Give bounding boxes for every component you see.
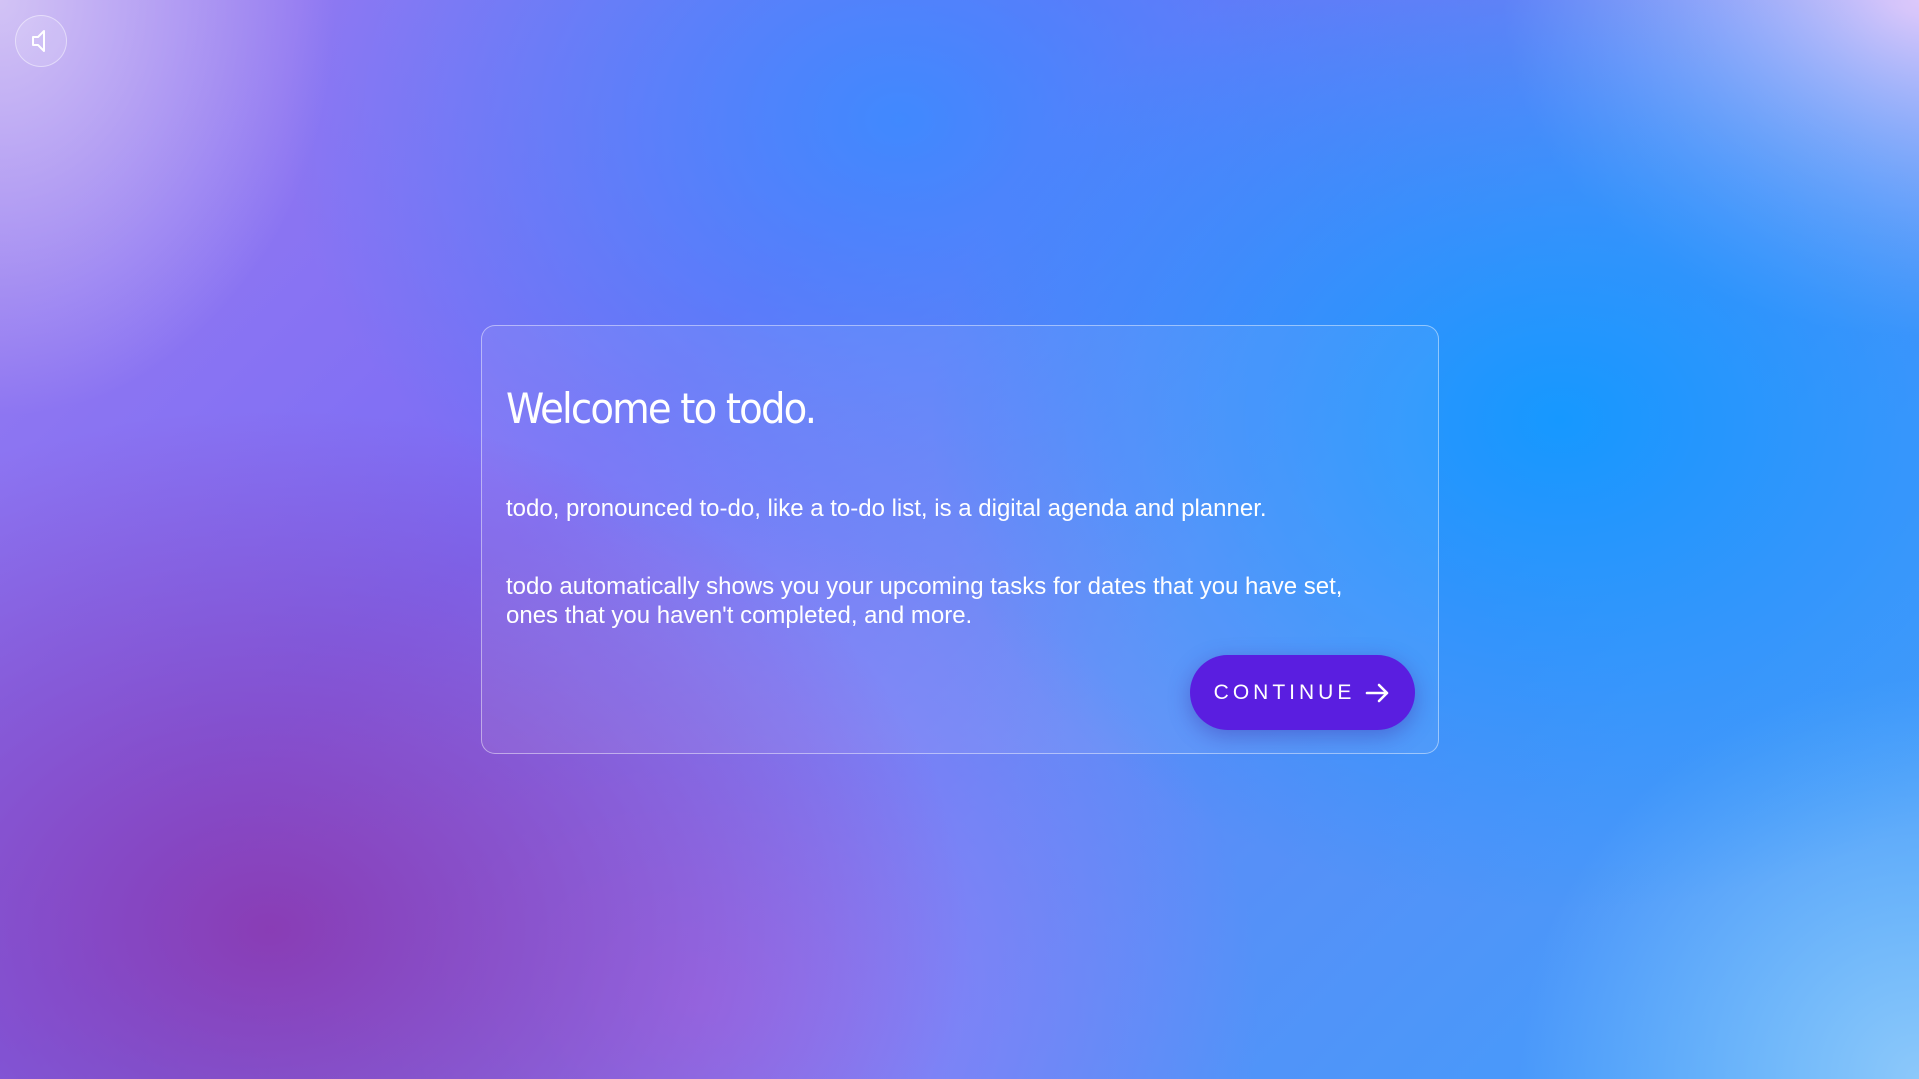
continue-button[interactable]: CONTINUE (1190, 655, 1415, 730)
features-paragraph: todo automatically shows you your upcomi… (506, 573, 1343, 629)
arrow-right-icon (1365, 681, 1391, 705)
speaker-icon (30, 28, 52, 54)
intro-paragraph: todo, pronounced to-do, like a to-do lis… (506, 495, 1267, 522)
welcome-card: Welcome to todo. todo, pronounced to-do,… (481, 325, 1439, 754)
welcome-title: Welcome to todo. (506, 384, 817, 433)
sound-toggle-button[interactable] (15, 15, 67, 67)
continue-button-label: CONTINUE (1213, 680, 1356, 704)
